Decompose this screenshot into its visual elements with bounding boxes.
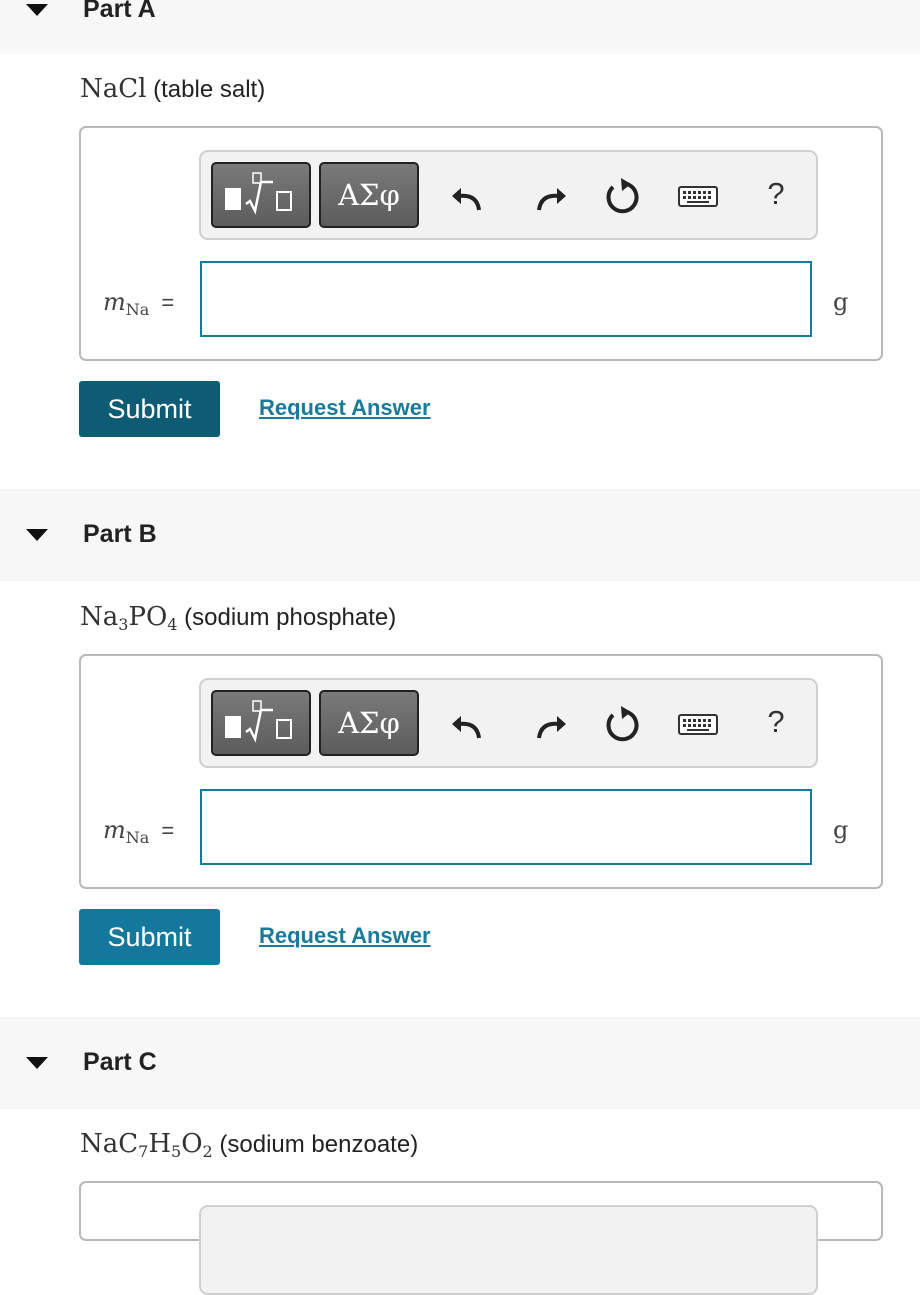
part-b-answer-input[interactable] <box>200 789 812 865</box>
part-c-answer-box <box>79 1181 883 1295</box>
templates-icon <box>225 700 292 743</box>
redo-icon[interactable] <box>527 702 569 746</box>
part-a-answer-input[interactable] <box>200 261 812 337</box>
part-c-title: Part C <box>83 1048 157 1076</box>
unit-label: g <box>833 288 849 316</box>
variable-subscript: Na <box>125 300 150 319</box>
variable-symbol: m <box>103 816 126 844</box>
help-icon[interactable]: ? <box>761 702 791 742</box>
greek-symbols-button[interactable]: ΑΣφ <box>319 162 419 228</box>
page: { "parts": [ { "title": "Part A", "compo… <box>0 0 920 1295</box>
part-a-title: Part A <box>83 0 156 23</box>
part-a-problem: NaCl (table salt) <box>80 74 265 104</box>
collapse-caret-icon[interactable] <box>26 529 48 541</box>
unit-label: g <box>833 816 849 844</box>
part-b-answer-box: ΑΣφ ? mNa = g <box>79 654 883 889</box>
variable-symbol: m <box>103 288 126 316</box>
part-a-description: (table salt) <box>153 76 266 103</box>
part-a-submit-button[interactable]: Submit <box>79 381 220 437</box>
undo-icon[interactable] <box>449 702 491 746</box>
part-c-description: (sodium benzoate) <box>219 1131 419 1158</box>
math-toolbar: ΑΣφ ? <box>199 150 818 240</box>
part-a-compound: NaCl <box>80 74 147 104</box>
variable-label: mNa = <box>103 816 174 847</box>
part-c-header[interactable]: Part C <box>0 1017 920 1109</box>
keyboard-icon[interactable] <box>677 174 719 218</box>
part-b-header[interactable]: Part B <box>0 489 920 581</box>
equals-sign: = <box>161 290 175 315</box>
part-b-submit-button[interactable]: Submit <box>79 909 220 965</box>
math-toolbar: ΑΣφ ? <box>199 678 818 768</box>
part-b-compound: Na3PO4 <box>80 602 178 634</box>
equals-sign: = <box>161 818 175 843</box>
part-b-description: (sodium phosphate) <box>184 604 397 631</box>
part-b-problem: Na3PO4 (sodium phosphate) <box>80 602 397 634</box>
templates-button[interactable] <box>211 162 311 228</box>
math-toolbar <box>199 1205 818 1295</box>
redo-icon[interactable] <box>527 174 569 218</box>
part-a-request-answer-link[interactable]: Request Answer <box>259 395 431 421</box>
collapse-caret-icon[interactable] <box>26 4 48 16</box>
part-c-compound: NaC7H5O2 <box>80 1129 213 1161</box>
part-b-request-answer-link[interactable]: Request Answer <box>259 923 431 949</box>
undo-icon[interactable] <box>449 174 491 218</box>
reset-icon[interactable] <box>601 174 643 218</box>
part-a-header[interactable]: Part A <box>0 0 920 54</box>
variable-subscript: Na <box>125 828 150 847</box>
keyboard-icon[interactable] <box>677 702 719 746</box>
part-b-title: Part B <box>83 520 157 548</box>
variable-label: mNa = <box>103 288 174 319</box>
reset-icon[interactable] <box>601 702 643 746</box>
greek-symbols-button[interactable]: ΑΣφ <box>319 690 419 756</box>
part-c-problem: NaC7H5O2 (sodium benzoate) <box>80 1129 419 1161</box>
help-icon[interactable]: ? <box>761 174 791 214</box>
collapse-caret-icon[interactable] <box>26 1057 48 1069</box>
templates-button[interactable] <box>211 690 311 756</box>
templates-icon <box>225 172 292 215</box>
part-a-answer-box: ΑΣφ ? mNa = g <box>79 126 883 361</box>
